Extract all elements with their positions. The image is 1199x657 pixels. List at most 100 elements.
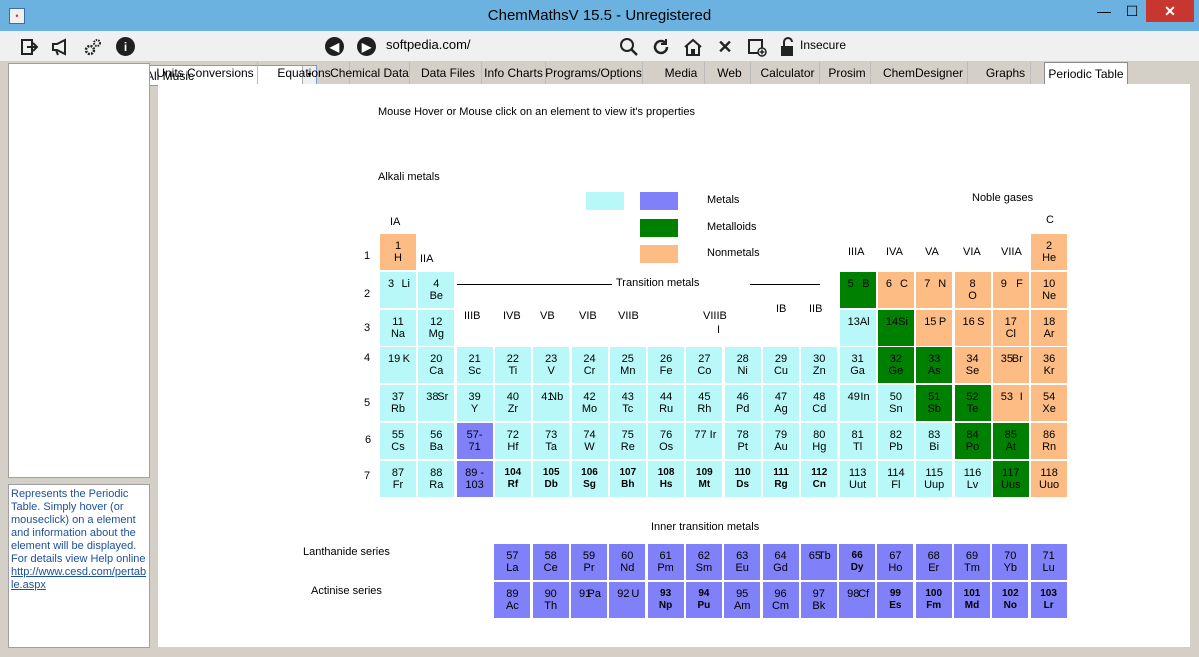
element-sn[interactable]: 50 Sn <box>876 384 915 423</box>
element-pb[interactable]: 82 Pb <box>876 422 915 460</box>
actinide-bk[interactable]: 97 Bk <box>799 581 838 619</box>
actinide-pa[interactable]: 91 Pa <box>570 581 608 619</box>
element-71[interactable]: 57- 71 <box>455 422 494 460</box>
forward-icon[interactable]: ▶ <box>357 37 376 56</box>
lanthanide-tm[interactable]: 69 Tm <box>953 543 991 581</box>
element-os[interactable]: 76 Os <box>647 422 686 460</box>
element-kr[interactable]: 36 Kr <box>1030 346 1069 385</box>
lanthanide-la[interactable]: 57 La <box>493 543 532 581</box>
element-h[interactable]: 1H <box>379 233 417 271</box>
megaphone-icon[interactable] <box>50 36 72 58</box>
element-cn[interactable]: 112 Cn <box>800 459 839 498</box>
actinide-lr[interactable]: 103 Lr <box>1029 581 1068 619</box>
tab-prosim[interactable]: Prosim <box>824 62 871 84</box>
element-pt[interactable]: 78 Pt <box>723 422 762 460</box>
actinide-es[interactable]: 99 Es <box>876 581 915 619</box>
element-lv[interactable]: 116 Lv <box>953 459 992 498</box>
info-icon[interactable]: i <box>116 37 135 56</box>
element-c[interactable]: 6C <box>876 270 915 309</box>
element-rf[interactable]: 104 Rf <box>493 459 532 498</box>
element-bh[interactable]: 107 Bh <box>608 459 647 498</box>
element-103[interactable]: 89 -103 <box>455 459 494 498</box>
lanthanide-pm[interactable]: 61 Pm <box>646 543 685 581</box>
element-ne[interactable]: 10 Ne <box>1030 270 1069 309</box>
element-ir[interactable]: 77 Ir <box>685 422 724 460</box>
element-hg[interactable]: 80 Hg <box>800 422 839 460</box>
actinide-pu[interactable]: 94 Pu <box>684 581 723 619</box>
element-xe[interactable]: 54 Xe <box>1030 384 1069 423</box>
element-o[interactable]: 8O <box>953 270 992 309</box>
url-field[interactable]: softpedia.com/ <box>386 37 471 52</box>
back-icon[interactable]: ◀ <box>325 37 344 56</box>
tab-units-conversions[interactable]: Units Conversions <box>153 62 258 84</box>
tab-data-files[interactable]: Data Files <box>415 62 482 84</box>
element-ru[interactable]: 44 Ru <box>647 384 686 423</box>
lanthanide-ho[interactable]: 67 Ho <box>876 543 915 581</box>
stop-icon[interactable]: ✕ <box>714 36 736 58</box>
element-y[interactable]: 39 Y <box>455 384 494 423</box>
tab-media[interactable]: Media <box>658 62 705 84</box>
element-tl[interactable]: 81 Tl <box>838 422 877 460</box>
element-ta[interactable]: 73 Ta <box>532 422 571 460</box>
lanthanide-lu[interactable]: 71 Lu <box>1029 543 1068 581</box>
element-re[interactable]: 75 Re <box>608 422 647 460</box>
element-br[interactable]: 35 Br <box>991 346 1030 385</box>
element-cu[interactable]: 29 Cu <box>762 346 800 385</box>
element-rh[interactable]: 45 Rh <box>685 384 724 423</box>
help-link[interactable]: http://www.cesd.com/pertable.aspx <box>11 566 146 591</box>
element-he[interactable]: 2 He <box>1030 233 1069 271</box>
element-cr[interactable]: 24 Cr <box>570 346 609 385</box>
element-li[interactable]: 3 Li <box>379 270 417 309</box>
refresh-icon[interactable] <box>650 36 672 58</box>
actinide-u[interactable]: 92 U <box>608 581 647 619</box>
actinide-ac[interactable]: 89 Ac <box>493 581 532 619</box>
new-tab-icon[interactable] <box>746 36 768 58</box>
tab-periodic-table[interactable]: Periodic Table <box>1044 62 1128 84</box>
actinide-am[interactable]: 95 Am <box>723 581 762 619</box>
actinide-no[interactable]: 102 No <box>991 581 1030 619</box>
actinide-fm[interactable]: 100 Fm <box>914 581 953 619</box>
element-hf[interactable]: 72 Hf <box>493 422 532 460</box>
element-al[interactable]: 13 Al <box>838 308 877 347</box>
element-ca[interactable]: 20 Ca <box>417 346 456 385</box>
element-cl[interactable]: 17 Cl <box>991 308 1030 347</box>
element-fl[interactable]: 114 Fl <box>876 459 915 498</box>
element-uup[interactable]: 115 Uup <box>915 459 954 498</box>
element-v[interactable]: 23 V <box>532 346 571 385</box>
element-nb[interactable]: 41 Nb <box>532 384 571 423</box>
lanthanide-dy[interactable]: 66 Dy <box>838 543 877 581</box>
element-te[interactable]: 52 Te <box>953 384 992 423</box>
element-uuo[interactable]: 118 Uuo <box>1030 459 1069 498</box>
element-ga[interactable]: 31 Ga <box>838 346 877 385</box>
element-sb[interactable]: 51 Sb <box>915 384 954 423</box>
lanthanide-yb[interactable]: 70 Yb <box>991 543 1030 581</box>
element-rn[interactable]: 86 Rn <box>1030 422 1069 460</box>
element-mg[interactable]: 12 Mg <box>417 308 456 347</box>
tab-programs-options[interactable]: Programs/Options <box>545 62 643 84</box>
exit-icon[interactable] <box>18 36 40 58</box>
element-p[interactable]: 15 P <box>915 308 954 347</box>
element-cs[interactable]: 55 Cs <box>379 422 417 460</box>
element-si[interactable]: 14 Si <box>876 308 915 347</box>
element-w[interactable]: 74 W <box>570 422 609 460</box>
element-in[interactable]: 49 In <box>838 384 877 423</box>
element-co[interactable]: 27 Co <box>685 346 724 385</box>
element-uut[interactable]: 113 Uut <box>838 459 877 498</box>
element-mn[interactable]: 25 Mn <box>608 346 647 385</box>
maximize-button[interactable]: ☐ <box>1118 0 1146 22</box>
element-k[interactable]: 19 K <box>379 346 417 385</box>
element-f[interactable]: 9F <box>991 270 1030 309</box>
element-mt[interactable]: 109 Mt <box>685 459 724 498</box>
element-at[interactable]: 85 At <box>991 422 1030 460</box>
element-ba[interactable]: 56 Ba <box>417 422 456 460</box>
element-be[interactable]: 4 Be <box>417 270 456 309</box>
element-zr[interactable]: 40 Zr <box>493 384 532 423</box>
element-fe[interactable]: 26 Fe <box>647 346 686 385</box>
home-icon[interactable] <box>682 36 704 58</box>
element-cd[interactable]: 48 Cd <box>800 384 839 423</box>
element-pd[interactable]: 46 Pd <box>723 384 762 423</box>
tab-info-charts[interactable]: Info Charts <box>482 62 546 84</box>
lanthanide-tb[interactable]: 65 Tb <box>799 543 838 581</box>
left-list-panel[interactable] <box>8 63 150 478</box>
actinide-th[interactable]: 90 Th <box>531 581 570 619</box>
